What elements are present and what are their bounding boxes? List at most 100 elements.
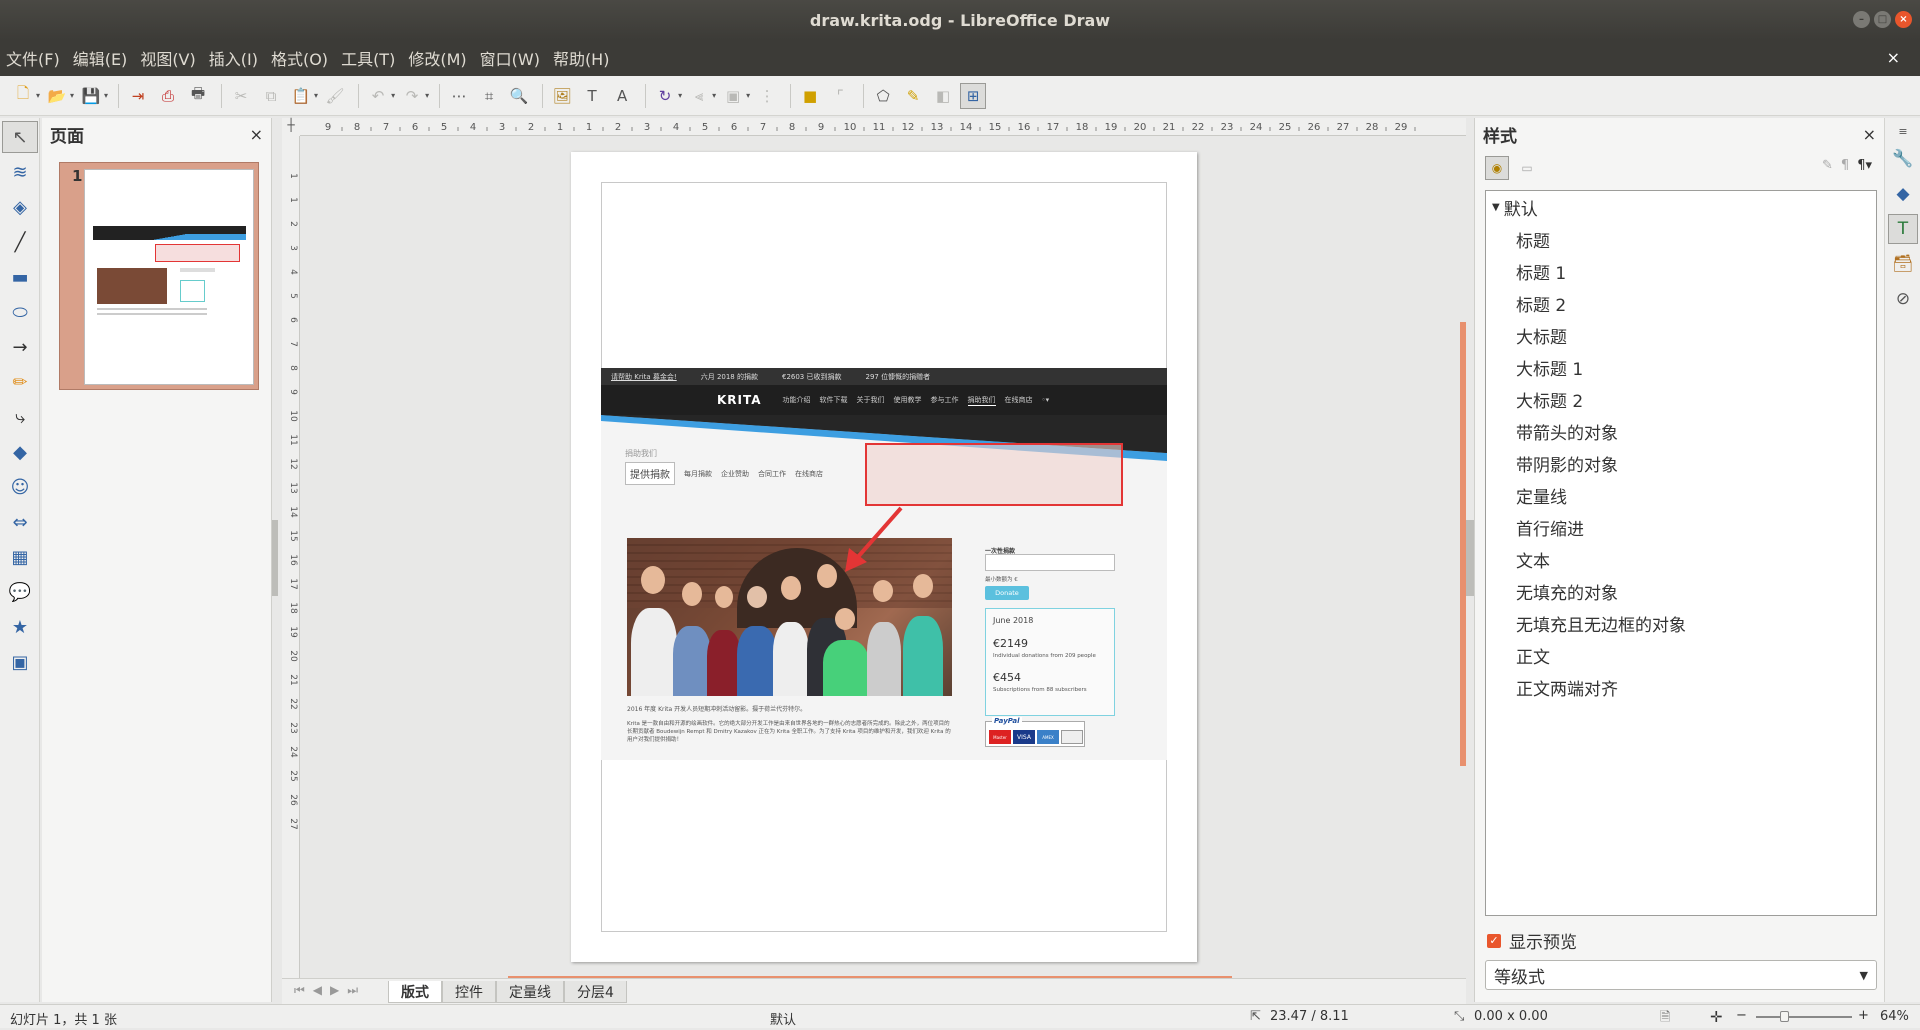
distribute-icon[interactable]: ⋮ — [754, 83, 780, 109]
style-item[interactable]: 文本 — [1486, 543, 1876, 575]
style-item[interactable]: 标题 2 — [1486, 287, 1876, 319]
style-item[interactable]: 大标题 1 — [1486, 351, 1876, 383]
tab-dimension-lines[interactable]: 定量线 — [496, 981, 564, 1003]
gallery-icon[interactable]: 🗃 — [1888, 249, 1918, 279]
style-filter-select[interactable]: 等级式 ▼ — [1485, 960, 1877, 990]
style-list[interactable]: ▼ 默认 标题 标题 1 标题 2 大标题 大标题 1 大标题 2 带箭头的对象 … — [1485, 190, 1877, 916]
basic-shapes-icon[interactable]: ◆ — [2, 436, 38, 468]
curve-icon[interactable]: ✏ — [2, 366, 38, 398]
drawing-styles-icon[interactable]: ◉ — [1485, 156, 1509, 180]
zoom-slider-thumb[interactable] — [1780, 1011, 1789, 1022]
show-draw-functions-icon[interactable]: ⊞ — [960, 82, 987, 109]
line-color-icon[interactable]: ≋ — [2, 156, 38, 188]
show-preview-checkbox[interactable]: ✓ — [1487, 933, 1501, 948]
left-panel-sash[interactable] — [272, 520, 278, 596]
grid-icon[interactable]: ⋯ — [446, 83, 472, 109]
embedded-krita-screenshot[interactable]: 请帮助 Krita 募金会! 六月 2018 的捐款 €2603 已收到捐款 2… — [601, 368, 1167, 760]
helplines-icon[interactable]: ⌗ — [476, 83, 502, 109]
points-icon[interactable]: ⬠ — [870, 83, 896, 109]
menu-file[interactable]: 文件(F) — [6, 46, 60, 70]
styles-deck-icon[interactable]: T — [1888, 214, 1918, 244]
style-item[interactable]: 正文两端对齐 — [1486, 671, 1876, 703]
block-arrows-icon[interactable]: ⇔ — [2, 506, 38, 538]
menu-insert[interactable]: 插入(I) — [209, 46, 258, 70]
style-item[interactable]: 带箭头的对象 — [1486, 415, 1876, 447]
style-item-default[interactable]: ▼ 默认 — [1486, 191, 1876, 223]
menu-view[interactable]: 视图(V) — [140, 46, 195, 70]
textbox-icon[interactable]: T — [579, 83, 605, 109]
style-item[interactable]: 首行缩进 — [1486, 511, 1876, 543]
paste-icon[interactable]: 📋 — [288, 83, 314, 109]
menu-modify[interactable]: 修改(M) — [408, 46, 466, 70]
zoom-out-icon[interactable]: − — [1736, 1008, 1747, 1023]
style-actions-menu-icon[interactable]: ¶▾ — [1857, 158, 1872, 173]
close-document-icon[interactable]: × — [1887, 48, 1900, 67]
stars-icon[interactable]: ★ — [2, 611, 38, 643]
shadow-icon[interactable]: ■ — [797, 83, 823, 109]
fontwork-icon[interactable]: A — [609, 83, 635, 109]
document-modified-icon[interactable]: 🗎 — [1660, 1008, 1670, 1030]
menu-window[interactable]: 窗口(W) — [480, 46, 540, 70]
style-item[interactable]: 大标题 2 — [1486, 383, 1876, 415]
tab-layout[interactable]: 版式 — [388, 981, 442, 1003]
arrow-line-icon[interactable]: → — [2, 331, 38, 363]
open-icon[interactable]: 📂 — [44, 83, 70, 109]
align-icon[interactable]: ⫷ — [686, 83, 712, 109]
print-icon[interactable]: 🖶 — [185, 83, 211, 109]
callouts-icon[interactable]: 💬 — [2, 576, 38, 608]
image-icon[interactable]: 🖼 — [549, 83, 575, 109]
ellipse-icon[interactable]: ⬭ — [2, 296, 38, 328]
rectangle-icon[interactable]: ▬ — [2, 261, 38, 293]
select-arrow-icon[interactable]: ↖ — [2, 121, 38, 153]
flowchart-icon[interactable]: ▦ — [2, 541, 38, 573]
annotation-arrow[interactable] — [601, 368, 1167, 760]
connector-icon[interactable]: ⤷ — [2, 401, 38, 433]
style-item[interactable]: 带阴影的对象 — [1486, 447, 1876, 479]
cut-icon[interactable]: ✂ — [228, 83, 254, 109]
arrange-icon[interactable]: ▣ — [720, 83, 746, 109]
menu-help[interactable]: 帮助(H) — [553, 46, 610, 70]
close-window-icon[interactable]: × — [1895, 11, 1912, 28]
export-icon[interactable]: ⇥ — [125, 83, 151, 109]
rotate-icon[interactable]: ↻ — [652, 83, 678, 109]
style-item[interactable]: 无填充的对象 — [1486, 575, 1876, 607]
save-icon[interactable]: 💾 — [78, 83, 104, 109]
redo-icon[interactable]: ↷ — [399, 83, 425, 109]
glue-icon[interactable]: ✎ — [900, 83, 926, 109]
shapes-icon[interactable]: ◆ — [1888, 179, 1918, 209]
clone-formatting-icon[interactable]: 🖌 — [322, 83, 348, 109]
navigator-icon[interactable]: ⊘ — [1888, 284, 1918, 314]
style-item[interactable]: 大标题 — [1486, 319, 1876, 351]
style-item[interactable]: 定量线 — [1486, 479, 1876, 511]
new-icon[interactable]: 🗋 — [10, 83, 36, 109]
tab-controls[interactable]: 控件 — [442, 981, 496, 1003]
fill-color-icon[interactable]: ◈ — [2, 191, 38, 223]
zoom-icon[interactable]: 🔍 — [506, 83, 532, 109]
style-item[interactable]: 无填充且无边框的对象 — [1486, 607, 1876, 639]
menu-edit[interactable]: 编辑(E) — [73, 46, 128, 70]
close-styles-panel-icon[interactable]: × — [1863, 125, 1876, 144]
style-item[interactable]: 标题 1 — [1486, 255, 1876, 287]
minimize-icon[interactable]: – — [1853, 11, 1870, 28]
tab-layer4[interactable]: 分层4 — [564, 981, 627, 1003]
close-pages-panel-icon[interactable]: × — [250, 125, 263, 144]
style-item[interactable]: 标题 — [1486, 223, 1876, 255]
page-thumbnail[interactable]: 1 — [59, 162, 259, 390]
new-style-icon[interactable]: ¶ — [1841, 158, 1849, 173]
copy-icon[interactable]: ⧉ — [258, 83, 284, 109]
collapse-icon[interactable]: ▼ — [1492, 202, 1500, 213]
drawing-page[interactable]: 请帮助 Krita 募金会! 六月 2018 的捐款 €2603 已收到捐款 2… — [571, 152, 1197, 962]
style-item[interactable]: 正文 — [1486, 639, 1876, 671]
sidebar-menu-icon[interactable]: ≡ — [1888, 123, 1918, 139]
menu-format[interactable]: 格式(O) — [271, 46, 328, 70]
fit-page-icon[interactable]: ✛ — [1710, 1008, 1723, 1026]
zoom-slider[interactable] — [1756, 1011, 1852, 1022]
tab-scroll-arrows-icon[interactable]: ⏮◀▶⏭ — [294, 983, 366, 998]
3d-objects-icon[interactable]: ▣ — [2, 646, 38, 678]
menu-tools[interactable]: 工具(T) — [341, 46, 395, 70]
right-panel-sash[interactable] — [1466, 520, 1474, 596]
zoom-in-icon[interactable]: + — [1858, 1008, 1869, 1023]
crop-icon[interactable]: ⌜ — [827, 83, 853, 109]
symbol-shapes-icon[interactable]: ☺ — [2, 471, 38, 503]
fill-format-mode-icon[interactable]: ✎ — [1822, 158, 1833, 173]
